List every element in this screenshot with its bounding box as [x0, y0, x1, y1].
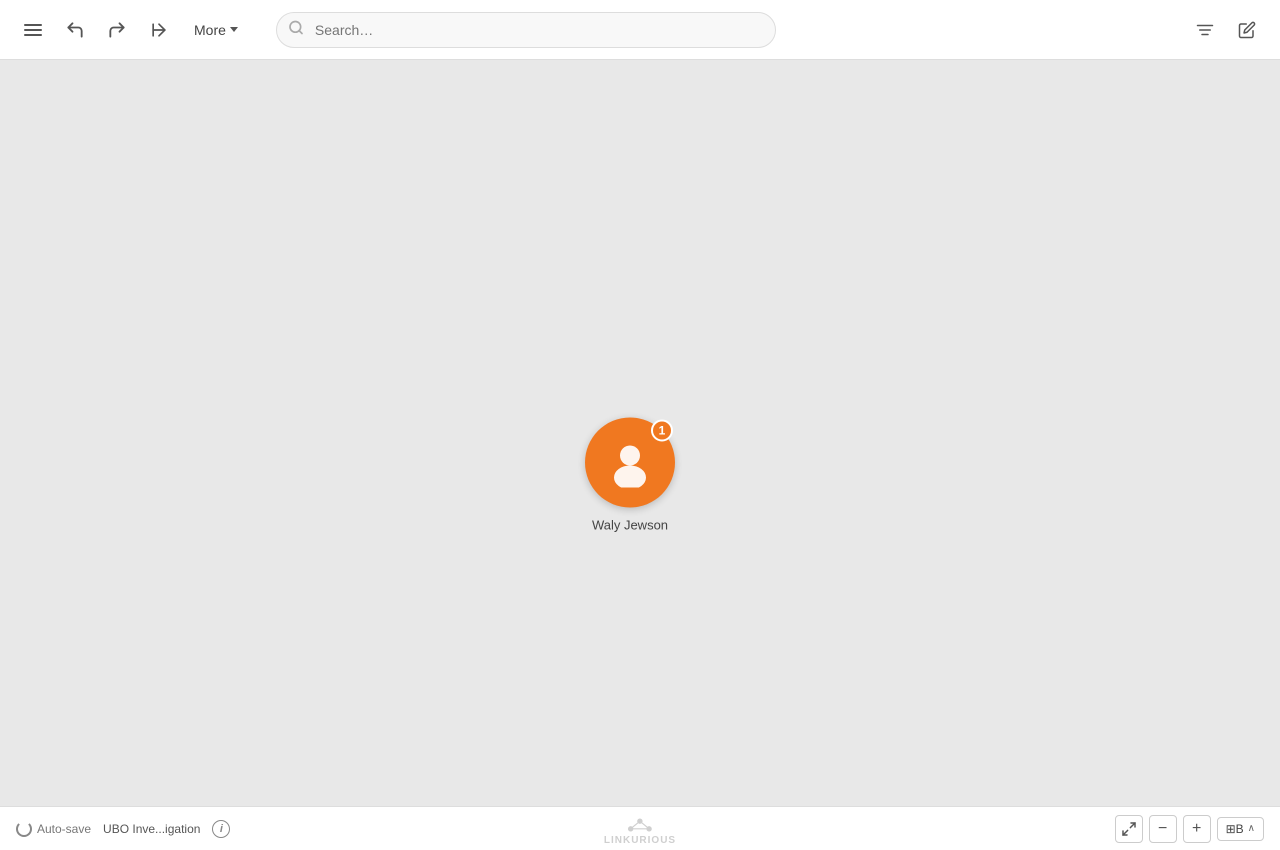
linkurious-logo-text: LINKURIOUS: [604, 835, 676, 846]
bottom-right: − + ⊞B ∧: [1115, 815, 1264, 843]
chevron-down-icon: [230, 27, 238, 32]
fit-label: ⊞B: [1226, 822, 1244, 836]
search-input[interactable]: [276, 12, 776, 48]
zoom-in-label: +: [1192, 820, 1201, 838]
autosave-indicator: Auto-save: [16, 821, 91, 837]
node-container: 1 Waly Jewson: [585, 418, 675, 533]
pencil-icon: [1236, 19, 1258, 41]
linkurious-logo-icon: [624, 815, 656, 835]
fullscreen-button[interactable]: [1115, 815, 1143, 843]
zoom-out-label: −: [1158, 820, 1167, 838]
fit-chevron-icon: ∧: [1248, 823, 1255, 834]
info-button[interactable]: i: [212, 820, 230, 838]
logo-center: LINKURIOUS: [604, 815, 676, 846]
toolbar-right: [1188, 13, 1264, 47]
autosave-label: Auto-save: [37, 822, 91, 836]
node-circle[interactable]: 1: [585, 418, 675, 508]
filter-icon: [1194, 19, 1216, 41]
person-svg-icon: [605, 438, 655, 488]
more-button[interactable]: More: [184, 16, 248, 44]
node-label: Waly Jewson: [592, 518, 668, 533]
canvas[interactable]: 1 Waly Jewson: [0, 60, 1280, 850]
bottom-left: Auto-save UBO Inve...igation i: [16, 820, 230, 838]
hamburger-icon: [22, 19, 44, 41]
fit-button[interactable]: ⊞B ∧: [1217, 817, 1264, 841]
bottom-bar: Auto-save UBO Inve...igation i LINKURIOU…: [0, 806, 1280, 850]
zoom-out-button[interactable]: −: [1149, 815, 1177, 843]
undo-button[interactable]: [58, 13, 92, 47]
menu-button[interactable]: [16, 13, 50, 47]
redo-button[interactable]: [100, 13, 134, 47]
zoom-in-button[interactable]: +: [1183, 815, 1211, 843]
undo-icon: [64, 19, 86, 41]
investigation-name[interactable]: UBO Inve...igation: [103, 822, 200, 836]
pin-icon: [148, 19, 170, 41]
search-container: [276, 12, 776, 48]
toolbar: More: [0, 0, 1280, 60]
autosave-icon: [16, 821, 32, 837]
redo-icon: [106, 19, 128, 41]
pin-button[interactable]: [142, 13, 176, 47]
filter-button[interactable]: [1188, 13, 1222, 47]
fullscreen-icon: [1121, 821, 1137, 837]
edit-button[interactable]: [1230, 13, 1264, 47]
node-badge: 1: [651, 420, 673, 442]
more-label: More: [194, 22, 226, 38]
